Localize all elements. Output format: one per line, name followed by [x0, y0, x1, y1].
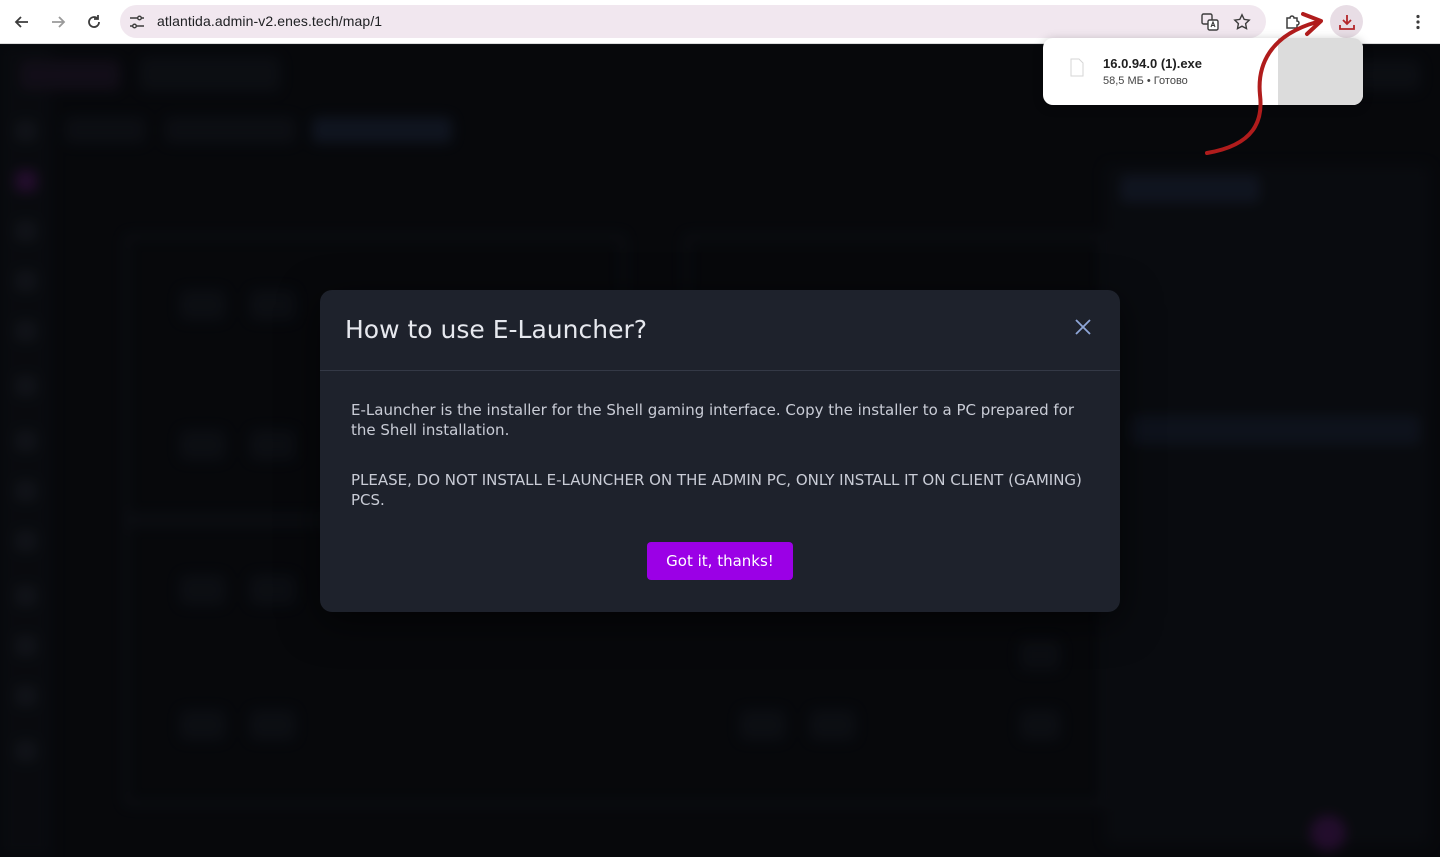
download-file-status: 58,5 МБ • Готово [1103, 75, 1188, 87]
back-button[interactable] [8, 8, 36, 36]
dialog-title: How to use E-Launcher? [345, 315, 648, 344]
dialog-header: How to use E-Launcher? [320, 290, 1120, 371]
arrow-left-icon [14, 16, 28, 28]
extensions-button[interactable] [1279, 8, 1307, 36]
kebab-menu-icon [1416, 14, 1420, 30]
download-icon [1338, 14, 1355, 30]
download-file-name[interactable]: 16.0.94.0 (1).exe [1103, 56, 1202, 71]
close-button[interactable] [1070, 314, 1096, 340]
download-item-hover-area[interactable] [1278, 38, 1363, 105]
got-it-button[interactable]: Got it, thanks! [647, 542, 793, 580]
puzzle-icon [1286, 15, 1300, 29]
e-launcher-help-dialog: How to use E-Launcher? E-Launcher is the… [320, 290, 1120, 612]
dialog-body: E-Launcher is the installer for the Shel… [351, 400, 1091, 540]
tune-icon[interactable] [128, 13, 146, 31]
browser-menu-button[interactable] [1404, 8, 1432, 36]
reload-icon [88, 15, 100, 28]
url-text[interactable]: atlantida.admin-v2.enes.tech/map/1 [157, 13, 382, 29]
close-icon [1075, 319, 1091, 335]
address-bar[interactable]: atlantida.admin-v2.enes.tech/map/1 [120, 5, 1266, 38]
translate-icon [1201, 13, 1219, 31]
dialog-warning: PLEASE, DO NOT INSTALL E-LAUNCHER ON THE… [351, 471, 1082, 509]
translate-button[interactable] [1200, 12, 1220, 32]
forward-button[interactable] [44, 8, 72, 36]
downloads-button[interactable] [1330, 5, 1363, 38]
file-icon [1070, 58, 1084, 77]
dialog-description: E-Launcher is the installer for the Shel… [351, 401, 1075, 439]
bookmark-button[interactable] [1232, 12, 1252, 32]
arrow-right-icon [52, 16, 66, 28]
downloads-bubble: 16.0.94.0 (1).exe 58,5 МБ • Готово [1043, 38, 1363, 105]
star-icon [1233, 13, 1251, 30]
reload-button[interactable] [80, 8, 108, 36]
